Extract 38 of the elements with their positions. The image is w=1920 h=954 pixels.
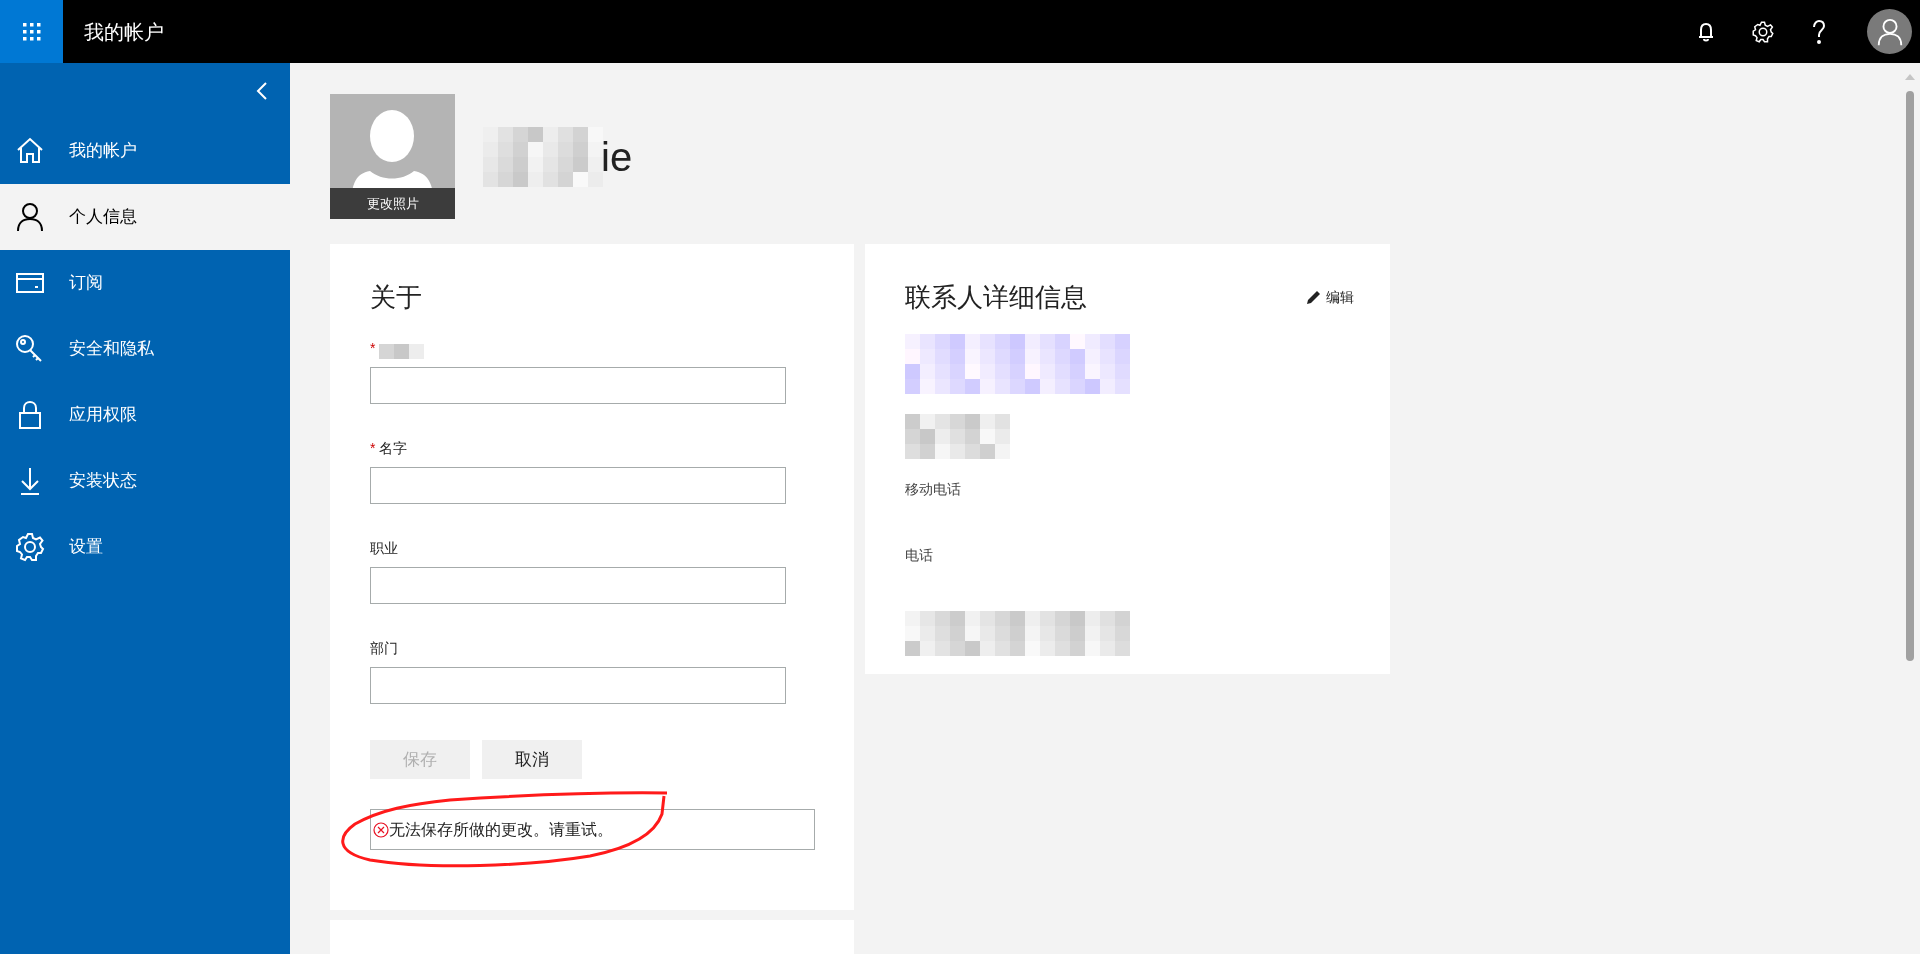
sidebar-item[interactable]: 订阅 bbox=[0, 250, 290, 316]
section-title: 联系人详细信息 bbox=[905, 281, 1087, 314]
field-label: 部门 bbox=[370, 639, 398, 658]
pixelated-redaction bbox=[379, 344, 425, 359]
pencil-icon bbox=[1306, 289, 1322, 305]
app-title: 我的帐户 bbox=[84, 19, 164, 45]
input-field[interactable] bbox=[370, 367, 786, 404]
error-icon bbox=[373, 821, 389, 838]
change-photo-caption[interactable]: 更改照片 bbox=[330, 188, 455, 219]
sidebar-item[interactable]: 个人信息 bbox=[0, 184, 290, 250]
collapse-button[interactable] bbox=[256, 81, 268, 101]
waffle-icon bbox=[22, 22, 41, 41]
field-label: 移动电话 bbox=[905, 480, 962, 499]
input-field[interactable] bbox=[370, 667, 786, 704]
required-mark: * bbox=[370, 439, 376, 458]
settings-icon[interactable] bbox=[1751, 19, 1775, 44]
app-launcher-button[interactable] bbox=[0, 0, 63, 63]
edit-link[interactable]: 编辑 bbox=[1306, 286, 1354, 308]
person-icon bbox=[14, 201, 46, 233]
input-field[interactable] bbox=[370, 567, 786, 604]
profile-name: ie bbox=[601, 133, 633, 181]
sidebar-item[interactable]: 安全和隐私 bbox=[0, 316, 290, 382]
chevron-left-icon bbox=[256, 81, 268, 101]
sidebar-item[interactable]: 安装状态 bbox=[0, 448, 290, 514]
section-title: 关于 bbox=[370, 281, 423, 314]
profile-photo[interactable]: 更改照片 bbox=[330, 94, 455, 219]
settings-icon bbox=[14, 531, 46, 563]
account-avatar[interactable] bbox=[1867, 9, 1912, 54]
sidebar-item[interactable]: 我的帐户 bbox=[0, 118, 290, 184]
field-label: 职业 bbox=[370, 539, 398, 558]
input-field[interactable] bbox=[370, 467, 786, 504]
required-mark: * bbox=[370, 339, 376, 358]
field-label: 名字 bbox=[379, 439, 408, 458]
error-message: 无法保存所做的更改。请重试。 bbox=[389, 819, 613, 840]
sidebar-item[interactable]: 设置 bbox=[0, 514, 290, 580]
field-label: 电话 bbox=[905, 546, 934, 565]
sidebar-item[interactable]: 应用权限 bbox=[0, 382, 290, 448]
form-button[interactable]: 取消 bbox=[482, 740, 582, 779]
